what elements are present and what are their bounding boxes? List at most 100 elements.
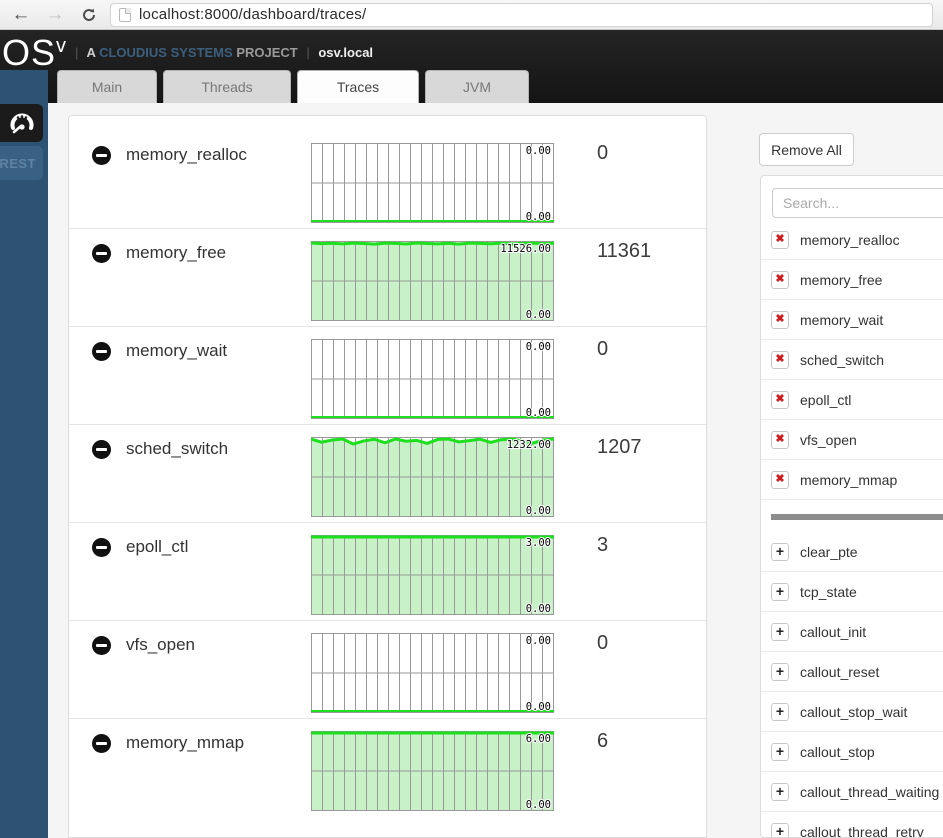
trace-sparkline-chart: 3.000.00 xyxy=(311,535,554,615)
picker-item-available-callout_thread_retry[interactable]: + callout_thread_retry xyxy=(761,812,943,838)
svg-text:0.00: 0.00 xyxy=(526,309,551,321)
picker-item-available-tcp_state[interactable]: + tcp_state xyxy=(761,572,943,612)
remove-trace-icon[interactable] xyxy=(92,244,111,263)
trace-sparkline-chart: 0.00 0.00 xyxy=(311,633,554,713)
svg-text:6.00: 6.00 xyxy=(526,733,551,745)
forward-icon[interactable]: → xyxy=(42,2,68,28)
trace-row-memory_free: memory_free 11526.00 0.00 11361 xyxy=(69,229,706,327)
remove-trace-icon[interactable] xyxy=(92,636,111,655)
add-plus-icon[interactable]: + xyxy=(771,823,789,838)
sidebar-item-rest[interactable]: REST xyxy=(0,146,43,180)
trace-sparkline-chart: 1232.000.00 xyxy=(311,437,554,517)
remove-trace-icon[interactable] xyxy=(92,342,111,361)
page-icon xyxy=(119,8,131,22)
dashboard-nav-button[interactable] xyxy=(0,104,43,142)
trace-name: memory_wait xyxy=(126,341,227,361)
picker-item-available-callout_reset[interactable]: + callout_reset xyxy=(761,652,943,692)
remove-x-icon[interactable]: ✖ xyxy=(771,431,789,449)
picker-item-available-callout_stop[interactable]: + callout_stop xyxy=(761,732,943,772)
trace-sparkline-chart: 11526.00 0.00 xyxy=(311,241,554,321)
picker-item-available-callout_init[interactable]: + callout_init xyxy=(761,612,943,652)
trace-row-memory_wait: memory_wait 0.00 0.00 0 xyxy=(69,327,706,425)
picker-item-active-sched_switch[interactable]: ✖ sched_switch xyxy=(761,340,943,380)
header-brandline: | A CLOUDIUS SYSTEMS PROJECT | osv.local xyxy=(70,45,373,60)
picker-item-active-vfs_open[interactable]: ✖ vfs_open xyxy=(761,420,943,460)
svg-text:0.00: 0.00 xyxy=(526,145,551,157)
trace-row-memory_mmap: memory_mmap 6.000.00 6 xyxy=(69,719,706,817)
remove-trace-icon[interactable] xyxy=(92,538,111,557)
trace-name: sched_switch xyxy=(126,439,228,459)
picker-item-active-memory_free[interactable]: ✖ memory_free xyxy=(761,260,943,300)
picker-item-active-epoll_ctl[interactable]: ✖ epoll_ctl xyxy=(761,380,943,420)
add-plus-icon[interactable]: + xyxy=(771,543,789,561)
svg-text:0.00: 0.00 xyxy=(526,635,551,647)
trace-sparkline-chart: 0.00 0.00 xyxy=(311,339,554,419)
active-trace-list: ✖ memory_realloc ✖ memory_free ✖ memory_… xyxy=(761,220,943,500)
svg-text:0.00: 0.00 xyxy=(526,701,551,713)
trace-name: memory_mmap xyxy=(126,733,244,753)
remove-trace-icon[interactable] xyxy=(92,734,111,753)
picker-item-active-memory_wait[interactable]: ✖ memory_wait xyxy=(761,300,943,340)
trace-value: 1207 xyxy=(597,436,642,459)
remove-trace-icon[interactable] xyxy=(92,146,111,165)
address-bar[interactable]: localhost:8000/dashboard/traces/ xyxy=(110,3,933,27)
tab-traces[interactable]: Traces xyxy=(297,70,419,103)
reload-icon[interactable] xyxy=(76,2,102,28)
picker-item-available-clear_pte[interactable]: + clear_pte xyxy=(761,532,943,572)
hostname: osv.local xyxy=(318,45,373,60)
trace-row-sched_switch: sched_switch 1232.000.00 1207 xyxy=(69,425,706,523)
svg-text:11526.00: 11526.00 xyxy=(500,243,551,255)
tab-jvm[interactable]: JVM xyxy=(425,70,529,103)
trace-value: 11361 xyxy=(597,240,651,263)
add-plus-icon[interactable]: + xyxy=(771,583,789,601)
dashboard-gauge-icon xyxy=(9,111,35,135)
tab-main[interactable]: Main xyxy=(57,70,157,103)
svg-text:1232.00: 1232.00 xyxy=(507,439,551,451)
trace-sparkline-chart: 0.00 0.00 xyxy=(311,143,554,223)
picker-item-active-memory_realloc[interactable]: ✖ memory_realloc xyxy=(761,220,943,260)
trace-value: 6 xyxy=(597,730,608,753)
remove-trace-icon[interactable] xyxy=(92,440,111,459)
trace-list: memory_realloc 0.00 0.00 0 memory_free 11… xyxy=(69,131,706,817)
browser-toolbar: ← → localhost:8000/dashboard/traces/ xyxy=(0,0,943,30)
add-plus-icon[interactable]: + xyxy=(771,783,789,801)
picker-divider xyxy=(771,514,943,520)
trace-name: memory_realloc xyxy=(126,145,247,165)
back-icon[interactable]: ← xyxy=(8,2,34,28)
tab-bar: MainThreadsTracesJVM xyxy=(57,70,535,103)
trace-value: 0 xyxy=(597,142,608,165)
app-header: OSv | A CLOUDIUS SYSTEMS PROJECT | osv.l… xyxy=(0,30,943,103)
remove-x-icon[interactable]: ✖ xyxy=(771,391,789,409)
add-plus-icon[interactable]: + xyxy=(771,663,789,681)
remove-x-icon[interactable]: ✖ xyxy=(771,271,789,289)
remove-all-button[interactable]: Remove All xyxy=(759,133,854,166)
trace-name: vfs_open xyxy=(126,635,195,655)
add-plus-icon[interactable]: + xyxy=(771,743,789,761)
cloudius-systems-link[interactable]: CLOUDIUS SYSTEMS xyxy=(99,45,233,60)
svg-text:0.00: 0.00 xyxy=(526,407,551,419)
picker-item-available-callout_stop_wait[interactable]: + callout_stop_wait xyxy=(761,692,943,732)
url-text[interactable]: localhost:8000/dashboard/traces/ xyxy=(139,6,366,23)
svg-text:0.00: 0.00 xyxy=(526,341,551,353)
trace-value: 0 xyxy=(597,338,608,361)
trace-row-memory_realloc: memory_realloc 0.00 0.00 0 xyxy=(69,131,706,229)
remove-x-icon[interactable]: ✖ xyxy=(771,351,789,369)
svg-text:0.00: 0.00 xyxy=(526,603,551,615)
trace-sparkline-chart: 6.000.00 xyxy=(311,731,554,811)
trace-row-epoll_ctl: epoll_ctl 3.000.00 3 xyxy=(69,523,706,621)
reload-icon xyxy=(81,7,97,23)
search-input[interactable] xyxy=(772,188,943,218)
picker-item-available-callout_thread_waiting[interactable]: + callout_thread_waiting xyxy=(761,772,943,812)
tab-threads[interactable]: Threads xyxy=(163,70,291,103)
traces-card: memory_realloc 0.00 0.00 0 memory_free 11… xyxy=(68,115,707,838)
svg-text:0.00: 0.00 xyxy=(526,211,551,223)
remove-x-icon[interactable]: ✖ xyxy=(771,311,789,329)
remove-x-icon[interactable]: ✖ xyxy=(771,231,789,249)
trace-name: memory_free xyxy=(126,243,226,263)
add-plus-icon[interactable]: + xyxy=(771,623,789,641)
picker-item-active-memory_mmap[interactable]: ✖ memory_mmap xyxy=(761,460,943,500)
remove-x-icon[interactable]: ✖ xyxy=(771,471,789,489)
available-trace-list: + clear_pte + tcp_state + callout_init +… xyxy=(761,532,943,838)
add-plus-icon[interactable]: + xyxy=(771,703,789,721)
trace-name: epoll_ctl xyxy=(126,537,188,557)
